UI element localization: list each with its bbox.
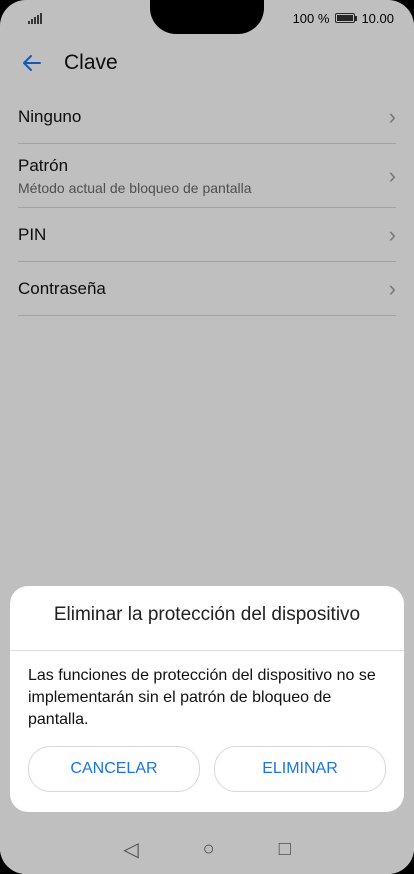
cancel-button[interactable]: CANCELAR bbox=[28, 746, 200, 792]
dialog-title: Eliminar la protección del dispositivo bbox=[53, 604, 361, 625]
dialog-buttons: CANCELAR ELIMINAR bbox=[28, 746, 386, 792]
remove-protection-dialog: Eliminar la protección del dispositivo L… bbox=[10, 586, 404, 812]
remove-button[interactable]: ELIMINAR bbox=[214, 746, 386, 792]
camera-notch bbox=[150, 0, 264, 34]
phone-screen: 100 % 10.00 Clave Ninguno › Patrón Métod… bbox=[0, 0, 414, 874]
dialog-message: Las funciones de protección del disposit… bbox=[28, 667, 376, 728]
